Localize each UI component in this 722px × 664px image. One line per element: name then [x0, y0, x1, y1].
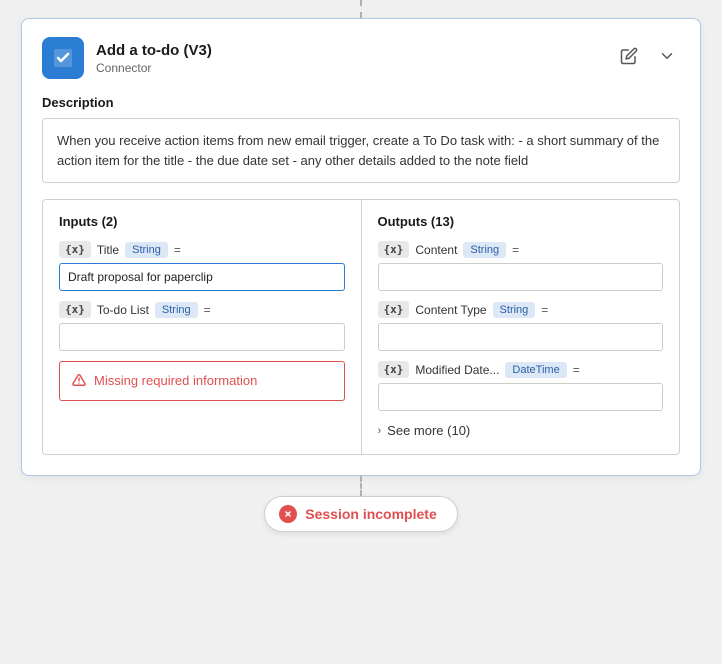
var-tag-modifieddate: {x} — [378, 361, 410, 378]
var-tag-contenttype: {x} — [378, 301, 410, 318]
chevron-right-icon: › — [378, 425, 382, 437]
content-output[interactable] — [378, 263, 664, 291]
inputs-column: Inputs (2) {x} Title String = {x} To- — [43, 200, 362, 454]
todolist-input[interactable] — [59, 323, 345, 351]
outputs-title: Outputs (13) — [378, 214, 664, 229]
action-card: Add a to-do (V3) Connector — [21, 18, 701, 476]
outputs-column: Outputs (13) {x} Content String = {x} — [362, 200, 680, 454]
tag-label-modifieddate: Modified Date... — [415, 363, 499, 377]
app-icon — [42, 37, 84, 79]
session-error-icon — [279, 505, 297, 523]
connector-line-top — [360, 0, 362, 18]
tag-label-todolist: To-do List — [97, 303, 149, 317]
modifieddate-output[interactable] — [378, 383, 664, 411]
card-header: Add a to-do (V3) Connector — [42, 37, 680, 79]
see-more-label: See more (10) — [387, 423, 470, 438]
input-tag-row-title: {x} Title String = — [59, 241, 345, 258]
card-header-left: Add a to-do (V3) Connector — [42, 37, 212, 79]
app-info: Add a to-do (V3) Connector — [96, 42, 212, 75]
input-row-title: {x} Title String = — [59, 241, 345, 291]
warning-icon — [72, 373, 86, 390]
connector-line-bottom — [360, 476, 362, 496]
var-tag-content: {x} — [378, 241, 410, 258]
inputs-title: Inputs (2) — [59, 214, 345, 229]
app-title: Add a to-do (V3) — [96, 42, 212, 59]
output-row-content: {x} Content String = — [378, 241, 664, 291]
tag-eq-title: = — [174, 243, 181, 257]
input-tag-row-todolist: {x} To-do List String = — [59, 301, 345, 318]
app-subtitle: Connector — [96, 61, 212, 75]
tag-eq-todolist: = — [204, 303, 211, 317]
tag-eq-modifieddate: = — [573, 363, 580, 377]
input-row-todolist: {x} To-do List String = — [59, 301, 345, 351]
contenttype-output[interactable] — [378, 323, 664, 351]
collapse-button[interactable] — [654, 45, 680, 72]
tag-type-todolist: String — [155, 302, 198, 318]
var-tag-title: {x} — [59, 241, 91, 258]
tag-eq-contenttype: = — [541, 303, 548, 317]
see-more-button[interactable]: › See more (10) — [378, 421, 664, 440]
output-row-contenttype: {x} Content Type String = — [378, 301, 664, 351]
output-tag-row-modifieddate: {x} Modified Date... DateTime = — [378, 361, 664, 378]
output-tag-row-content: {x} Content String = — [378, 241, 664, 258]
session-badge: Session incomplete — [264, 496, 457, 532]
error-box: Missing required information — [59, 361, 345, 401]
title-input[interactable] — [59, 263, 345, 291]
edit-button[interactable] — [616, 45, 642, 72]
tag-type-contenttype: String — [493, 302, 536, 318]
error-text: Missing required information — [94, 372, 257, 390]
var-tag-todolist: {x} — [59, 301, 91, 318]
session-text: Session incomplete — [305, 506, 436, 522]
tag-type-modifieddate: DateTime — [505, 362, 566, 378]
output-row-modifieddate: {x} Modified Date... DateTime = — [378, 361, 664, 411]
tag-eq-content: = — [512, 243, 519, 257]
description-text: When you receive action items from new e… — [42, 118, 680, 183]
card-header-right — [616, 45, 680, 72]
io-panel: Inputs (2) {x} Title String = {x} To- — [42, 199, 680, 455]
description-label: Description — [42, 95, 680, 110]
tag-label-title: Title — [97, 243, 119, 257]
tag-type-content: String — [463, 242, 506, 258]
tag-label-content: Content — [415, 243, 457, 257]
output-tag-row-contenttype: {x} Content Type String = — [378, 301, 664, 318]
tag-label-contenttype: Content Type — [415, 303, 486, 317]
tag-type-title: String — [125, 242, 168, 258]
